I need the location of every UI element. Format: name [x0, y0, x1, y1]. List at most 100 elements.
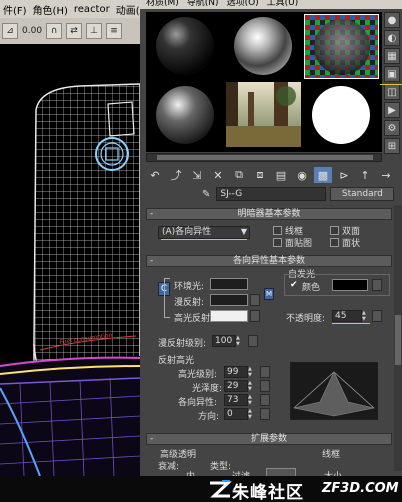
snap-icon[interactable]: ⊿ — [2, 23, 18, 39]
extended-params-rollout[interactable]: - 扩展参数 — [146, 433, 392, 445]
self-illum-checkmark[interactable]: ✔ — [290, 280, 298, 290]
glossiness-map-button[interactable] — [260, 380, 270, 392]
opacity-spin-arrows[interactable]: ▲ ▼ — [362, 310, 369, 322]
eyedropper-icon[interactable]: ✎ — [202, 189, 210, 200]
menu-options[interactable]: 选项(O) — [227, 0, 259, 9]
menu-material[interactable]: 材质(M) — [146, 0, 179, 9]
shader-dropdown[interactable]: (A)各向异性 ▼ — [158, 226, 250, 240]
slot-scrollbar[interactable] — [146, 153, 382, 162]
go-to-parent-icon[interactable]: ↑ — [356, 167, 374, 183]
make-unique-icon[interactable]: ⧈ — [251, 167, 269, 183]
menu-file[interactable]: 件(F) — [0, 2, 30, 17]
get-material-icon[interactable]: ↶ — [146, 167, 164, 183]
anisotropy-spin-arrows[interactable]: ▲ ▼ — [248, 394, 255, 406]
sample-slot-5[interactable] — [226, 82, 301, 147]
sample-slot-1[interactable] — [148, 14, 223, 79]
filter-color-swatch[interactable] — [266, 468, 296, 476]
diffuse-level-spinner[interactable]: 100 — [212, 335, 236, 347]
layer-icon[interactable]: ≡ — [106, 23, 123, 39]
diffuse-level-spin-arrows[interactable]: ▲ ▼ — [236, 335, 243, 347]
ambient-color-swatch[interactable] — [210, 278, 248, 290]
mirror-icon[interactable]: ⇄ — [66, 23, 83, 39]
menu-navigation[interactable]: 导航(N) — [187, 0, 219, 9]
collapse-icon: - — [150, 209, 154, 219]
material-effects-channel-icon[interactable]: ◉ — [293, 167, 311, 183]
opacity-map-button[interactable] — [372, 310, 382, 322]
wireframe-viewport[interactable]: Fuel consumption — [0, 44, 140, 476]
app-menubar: 件(F) 角色(H) reactor 动画(A) — [0, 0, 140, 18]
put-to-scene-icon[interactable]: ⤴ — [167, 167, 185, 183]
backlight-icon[interactable]: ◐ — [384, 30, 400, 46]
shader-selected: (A)各向异性 — [162, 227, 212, 237]
anisotropy-map-button[interactable] — [260, 394, 270, 406]
magnet-icon[interactable]: ∩ — [46, 23, 63, 39]
self-illum-map-button[interactable] — [372, 279, 382, 291]
reset-map-icon[interactable]: ✕ — [209, 167, 227, 183]
orientation-spin-arrows[interactable]: ▲ ▼ — [248, 408, 255, 420]
rollout-title: 扩展参数 — [250, 434, 287, 444]
material-name-field[interactable]: SJ--G — [216, 187, 327, 201]
specular-label: 高光反射: — [174, 314, 214, 324]
ambient-label: 环境光: — [174, 282, 205, 292]
sample-slot-4[interactable] — [148, 82, 223, 147]
parameters-scrollbar[interactable] — [394, 205, 402, 471]
sample-type-icon[interactable]: ● — [384, 12, 400, 28]
material-type-button[interactable]: Standard — [330, 187, 395, 201]
align-icon[interactable]: ⊥ — [86, 23, 103, 39]
go-forward-sibling-icon[interactable]: → — [377, 167, 395, 183]
map-lock-letter: M — [265, 290, 273, 298]
wire-checkbox[interactable] — [273, 226, 282, 235]
menu-character[interactable]: 角色(H) — [30, 2, 71, 17]
main-toolbar: ⊿ 0.00 ∩ ⇄ ⊥ ≡ — [0, 18, 140, 44]
uv-tiling-icon[interactable]: ▣ — [384, 66, 400, 82]
specular-map-button[interactable] — [250, 310, 260, 322]
falloff-label: 衰减: — [158, 462, 180, 472]
assign-to-selection-icon[interactable]: ⇲ — [188, 167, 206, 183]
diffuse-level-map-button[interactable] — [248, 335, 258, 347]
make-preview-icon[interactable]: ▶ — [384, 102, 400, 118]
sample-slot-6[interactable] — [304, 82, 379, 147]
opacity-label: 不透明度: — [286, 314, 326, 324]
anisotropy-spinner[interactable]: 73 — [224, 394, 248, 406]
put-to-library-icon[interactable]: ▤ — [272, 167, 290, 183]
shader-basic-rollout[interactable]: - 明暗器基本参数 — [146, 208, 392, 220]
show-end-result-icon[interactable]: ⊳ — [335, 167, 353, 183]
specular-level-map-button[interactable] — [260, 366, 270, 378]
sample-slots — [146, 12, 382, 152]
video-check-icon[interactable]: ◫ — [384, 84, 400, 100]
copy-material-icon[interactable]: ⧉ — [230, 167, 248, 183]
glossiness-spinner[interactable]: 29 — [224, 380, 248, 392]
glossiness-spin-arrows[interactable]: ▲ ▼ — [248, 380, 255, 392]
orientation-map-button[interactable] — [260, 408, 270, 420]
opacity-spinner[interactable]: 45 — [332, 310, 362, 322]
diffuse-color-swatch[interactable] — [210, 294, 248, 306]
show-map-in-viewport-icon[interactable]: ▩ — [314, 167, 332, 183]
faceted-label: 面状 — [342, 239, 361, 249]
watermark-brand: 朱峰社区 — [232, 483, 304, 502]
self-illum-color-label: 颜色 — [302, 283, 321, 293]
sample-slot-3[interactable] — [304, 14, 379, 79]
anisotropic-basic-rollout[interactable]: - 各向异性基本参数 — [146, 255, 392, 267]
two-sided-checkbox[interactable] — [330, 226, 339, 235]
background-icon[interactable]: ▦ — [384, 48, 400, 64]
orientation-spinner[interactable]: 0 — [224, 408, 248, 420]
specular-level-spinner[interactable]: 99 — [224, 366, 248, 378]
color-lock-bracket — [164, 278, 170, 318]
rollout-title: 各向异性基本参数 — [232, 256, 305, 266]
diffuse-map-button[interactable] — [250, 294, 260, 306]
specular-level-spin-arrows[interactable]: ▲ ▼ — [248, 366, 255, 378]
diffuse-level-label: 漫反射级别: — [158, 339, 207, 349]
select-by-material-icon[interactable]: ⊞ — [384, 138, 400, 154]
face-map-checkbox[interactable] — [273, 238, 282, 247]
menu-animation[interactable]: 动画(A) — [113, 2, 140, 17]
self-illum-color-swatch[interactable] — [332, 279, 368, 291]
viewport-panel[interactable]: 件(F) 角色(H) reactor 动画(A) ⊿ 0.00 ∩ ⇄ ⊥ ≡ … — [0, 0, 140, 476]
options-icon[interactable]: ⚙ — [384, 120, 400, 136]
sample-slot-2[interactable] — [226, 14, 301, 79]
menu-utilities[interactable]: 工具(U) — [267, 0, 299, 9]
faceted-checkbox[interactable] — [330, 238, 339, 247]
menu-reactor[interactable]: reactor — [71, 4, 113, 15]
map-lock-button[interactable]: M — [264, 288, 274, 300]
specular-color-swatch[interactable] — [210, 310, 248, 322]
diffuse-label: 漫反射: — [174, 298, 205, 308]
